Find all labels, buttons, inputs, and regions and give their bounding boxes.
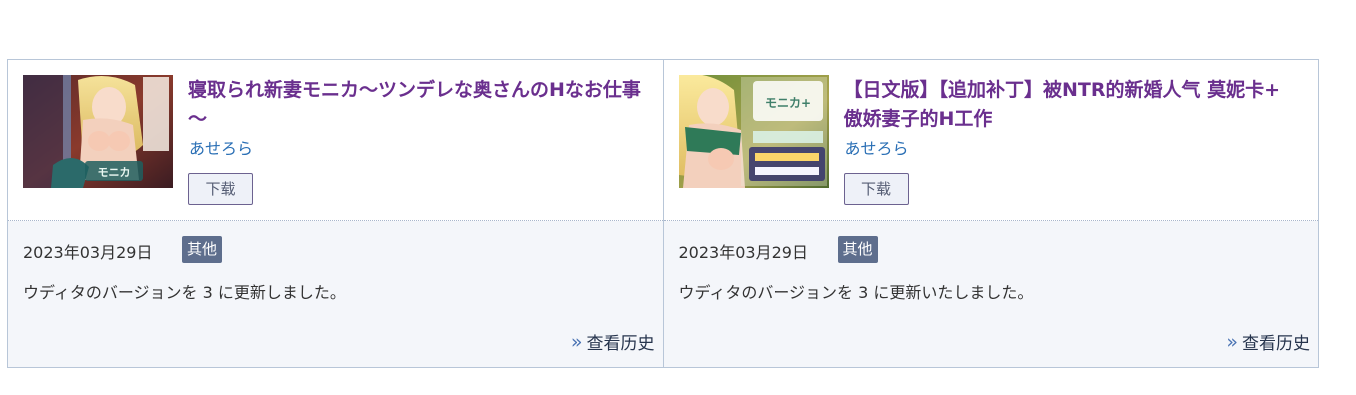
download-button[interactable]: 下载 [188, 173, 253, 205]
double-chevron-right-icon: » [570, 330, 583, 353]
view-history-label: 查看历史 [1242, 334, 1310, 354]
work-title[interactable]: 【日文版】【追加补丁】被NTR的新婚人气 莫妮卡+ 傲娇妻子的H工作 [844, 76, 1304, 134]
work-card-header: モニカ+ 【日文版】【追加补丁】被NTR的新婚人气 莫妮卡+ 傲娇妻子的H工作 … [663, 60, 1318, 221]
work-card: モニカ 寝取られ新妻モニカ～ツンデレな奥さんのHなお仕事～ あせろら 下载 20… [8, 60, 664, 367]
category-badge: 其他 [837, 236, 878, 263]
work-card-header: モニカ 寝取られ新妻モニカ～ツンデレな奥さんのHなお仕事～ あせろら 下载 [8, 60, 663, 221]
work-thumbnail-image: モニカ [23, 75, 173, 188]
update-date: 2023年03月29日 [23, 243, 153, 262]
work-thumbnail-image: モニカ+ [678, 75, 829, 188]
view-history-label: 查看历史 [586, 334, 655, 354]
work-thumbnail[interactable]: モニカ [23, 75, 173, 188]
update-date: 2023年03月29日 [678, 243, 808, 262]
work-author[interactable]: あせろら [189, 135, 253, 159]
work-title[interactable]: 寝取られ新妻モニカ～ツンデレな奥さんのHなお仕事～ [188, 76, 648, 134]
work-author[interactable]: あせろら [845, 135, 909, 159]
work-card: モニカ+ 【日文版】【追加补丁】被NTR的新婚人气 莫妮卡+ 傲娇妻子的H工作 … [663, 60, 1319, 367]
category-badge: 其他 [182, 236, 223, 263]
double-chevron-right-icon: » [1226, 330, 1238, 353]
thumbnail-logo: モニカ+ [764, 96, 810, 110]
view-history-link[interactable]: » 查看历史 [1226, 329, 1310, 355]
works-row: モニカ 寝取られ新妻モニカ～ツンデレな奥さんのHなお仕事～ あせろら 下载 20… [7, 59, 1319, 368]
update-info: 2023年03月29日 其他 ウディタのバージョンを 3 に更新しました。 » … [8, 221, 663, 367]
update-description: ウディタのバージョンを 3 に更新しました。 [23, 283, 346, 302]
update-description: ウディタのバージョンを 3 に更新いたしました。 [678, 283, 1034, 302]
work-thumbnail[interactable]: モニカ+ [678, 75, 829, 188]
thumbnail-logo: モニカ [98, 166, 131, 179]
update-info: 2023年03月29日 其他 ウディタのバージョンを 3 に更新いたしました。 … [663, 221, 1318, 367]
view-history-link[interactable]: » 查看历史 [570, 329, 655, 355]
download-button[interactable]: 下载 [843, 173, 909, 205]
